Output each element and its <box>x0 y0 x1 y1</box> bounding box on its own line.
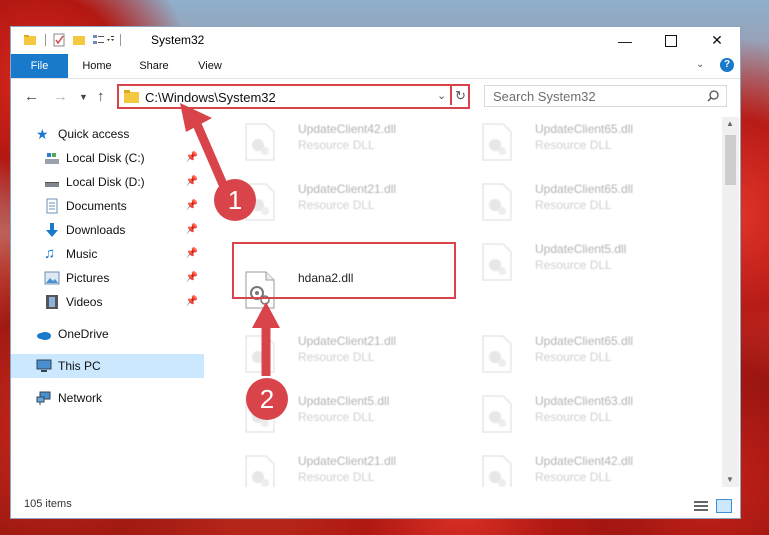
arrow-2 <box>252 302 280 376</box>
step-1-badge: 1 <box>214 179 256 221</box>
callout-arrows <box>180 103 280 376</box>
step-2-badge: 2 <box>246 378 288 420</box>
arrow-1 <box>180 103 233 198</box>
